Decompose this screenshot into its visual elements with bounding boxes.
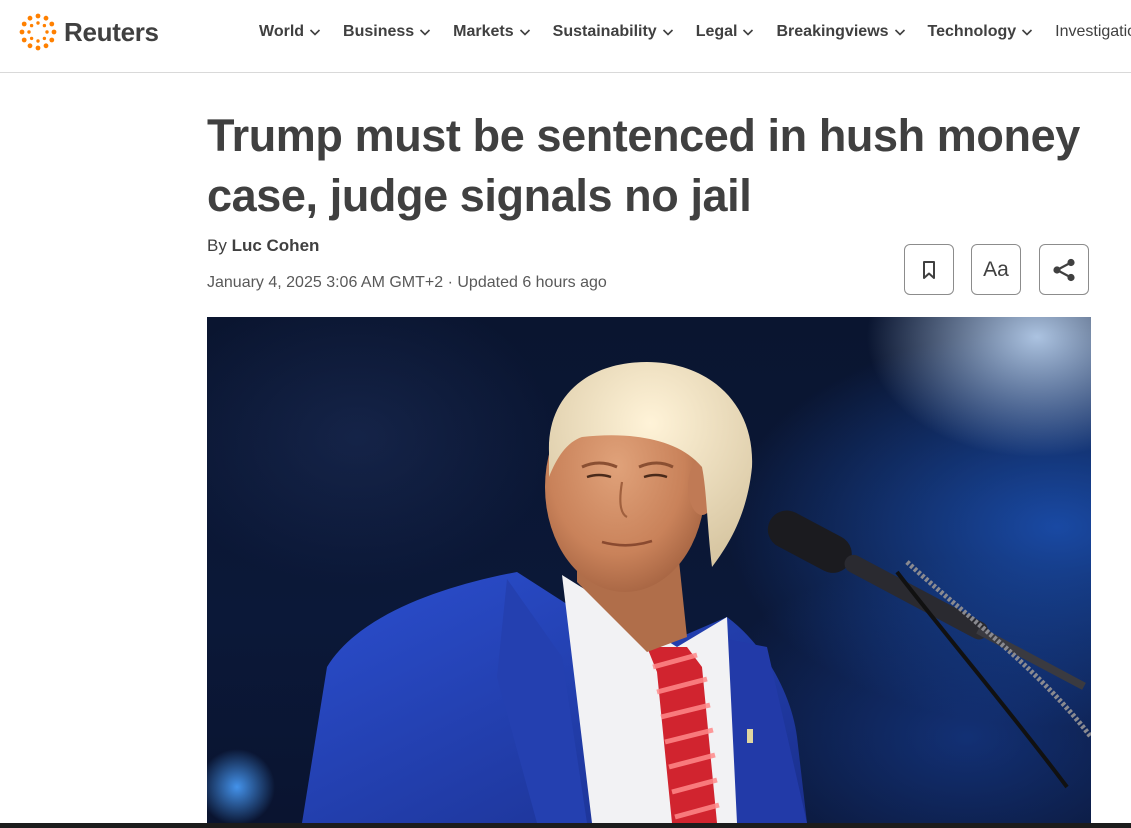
share-button[interactable] <box>1039 244 1089 295</box>
nav-item-label: Investigations <box>1055 23 1131 40</box>
date-separator: · <box>447 274 453 291</box>
nav-item-label: Markets <box>453 23 514 40</box>
bookmark-icon <box>923 260 935 279</box>
site-header: Reuters World Business Markets Sustainab… <box>0 0 1131 73</box>
bookmark-button[interactable] <box>904 244 954 295</box>
text-size-icon: Aa <box>983 257 1009 281</box>
nav-item-label: Business <box>343 23 415 40</box>
nav-item-label: World <box>259 23 305 40</box>
reuters-logo[interactable]: Reuters <box>18 12 159 52</box>
nav-item-label: Legal <box>695 23 738 40</box>
byline: By Luc Cohen <box>207 236 319 256</box>
nav-item-sustainability[interactable]: Sustainability <box>553 23 674 41</box>
chevron-down-icon <box>519 29 530 36</box>
chevron-down-icon <box>894 29 905 36</box>
nav-item-breakingviews[interactable]: Breakingviews <box>776 23 905 41</box>
nav-item-legal[interactable]: Legal <box>696 23 755 41</box>
hero-image <box>207 317 1091 823</box>
chevron-down-icon <box>743 29 754 36</box>
nav-item-markets[interactable]: Markets <box>453 23 530 41</box>
main-nav: World Business Markets Sustainability Le… <box>259 21 1131 43</box>
published-date: January 4, 2025 3:06 AM GMT+2 <box>207 274 444 291</box>
nav-item-investigations[interactable]: Investigations <box>1055 23 1131 41</box>
nav-item-world[interactable]: World <box>259 23 321 41</box>
chevron-down-icon <box>662 29 673 36</box>
dateline: January 4, 2025 3:06 AM GMT+2 · Updated … <box>207 274 607 292</box>
article-headline: Trump must be sentenced in hush money ca… <box>207 110 1080 221</box>
chevron-down-icon <box>420 29 431 36</box>
nav-item-business[interactable]: Business <box>343 23 431 41</box>
logo-text: Reuters <box>64 16 159 47</box>
window-bottom-edge <box>0 823 1131 828</box>
hero-photo-illustration <box>207 362 1091 823</box>
reuters-logo-icon <box>19 13 57 51</box>
chevron-down-icon <box>309 29 321 36</box>
byline-prefix: By <box>207 236 227 255</box>
nav-item-label: Sustainability <box>552 23 657 40</box>
nav-item-label: Breakingviews <box>776 23 889 40</box>
nav-item-technology[interactable]: Technology <box>928 23 1034 41</box>
author-link[interactable]: Luc Cohen <box>232 236 320 255</box>
share-icon <box>1053 258 1075 281</box>
updated-time: Updated 6 hours ago <box>457 274 607 291</box>
nav-item-label: Technology <box>927 23 1017 40</box>
text-size-button[interactable]: Aa <box>971 244 1021 295</box>
chevron-down-icon <box>1022 29 1033 36</box>
